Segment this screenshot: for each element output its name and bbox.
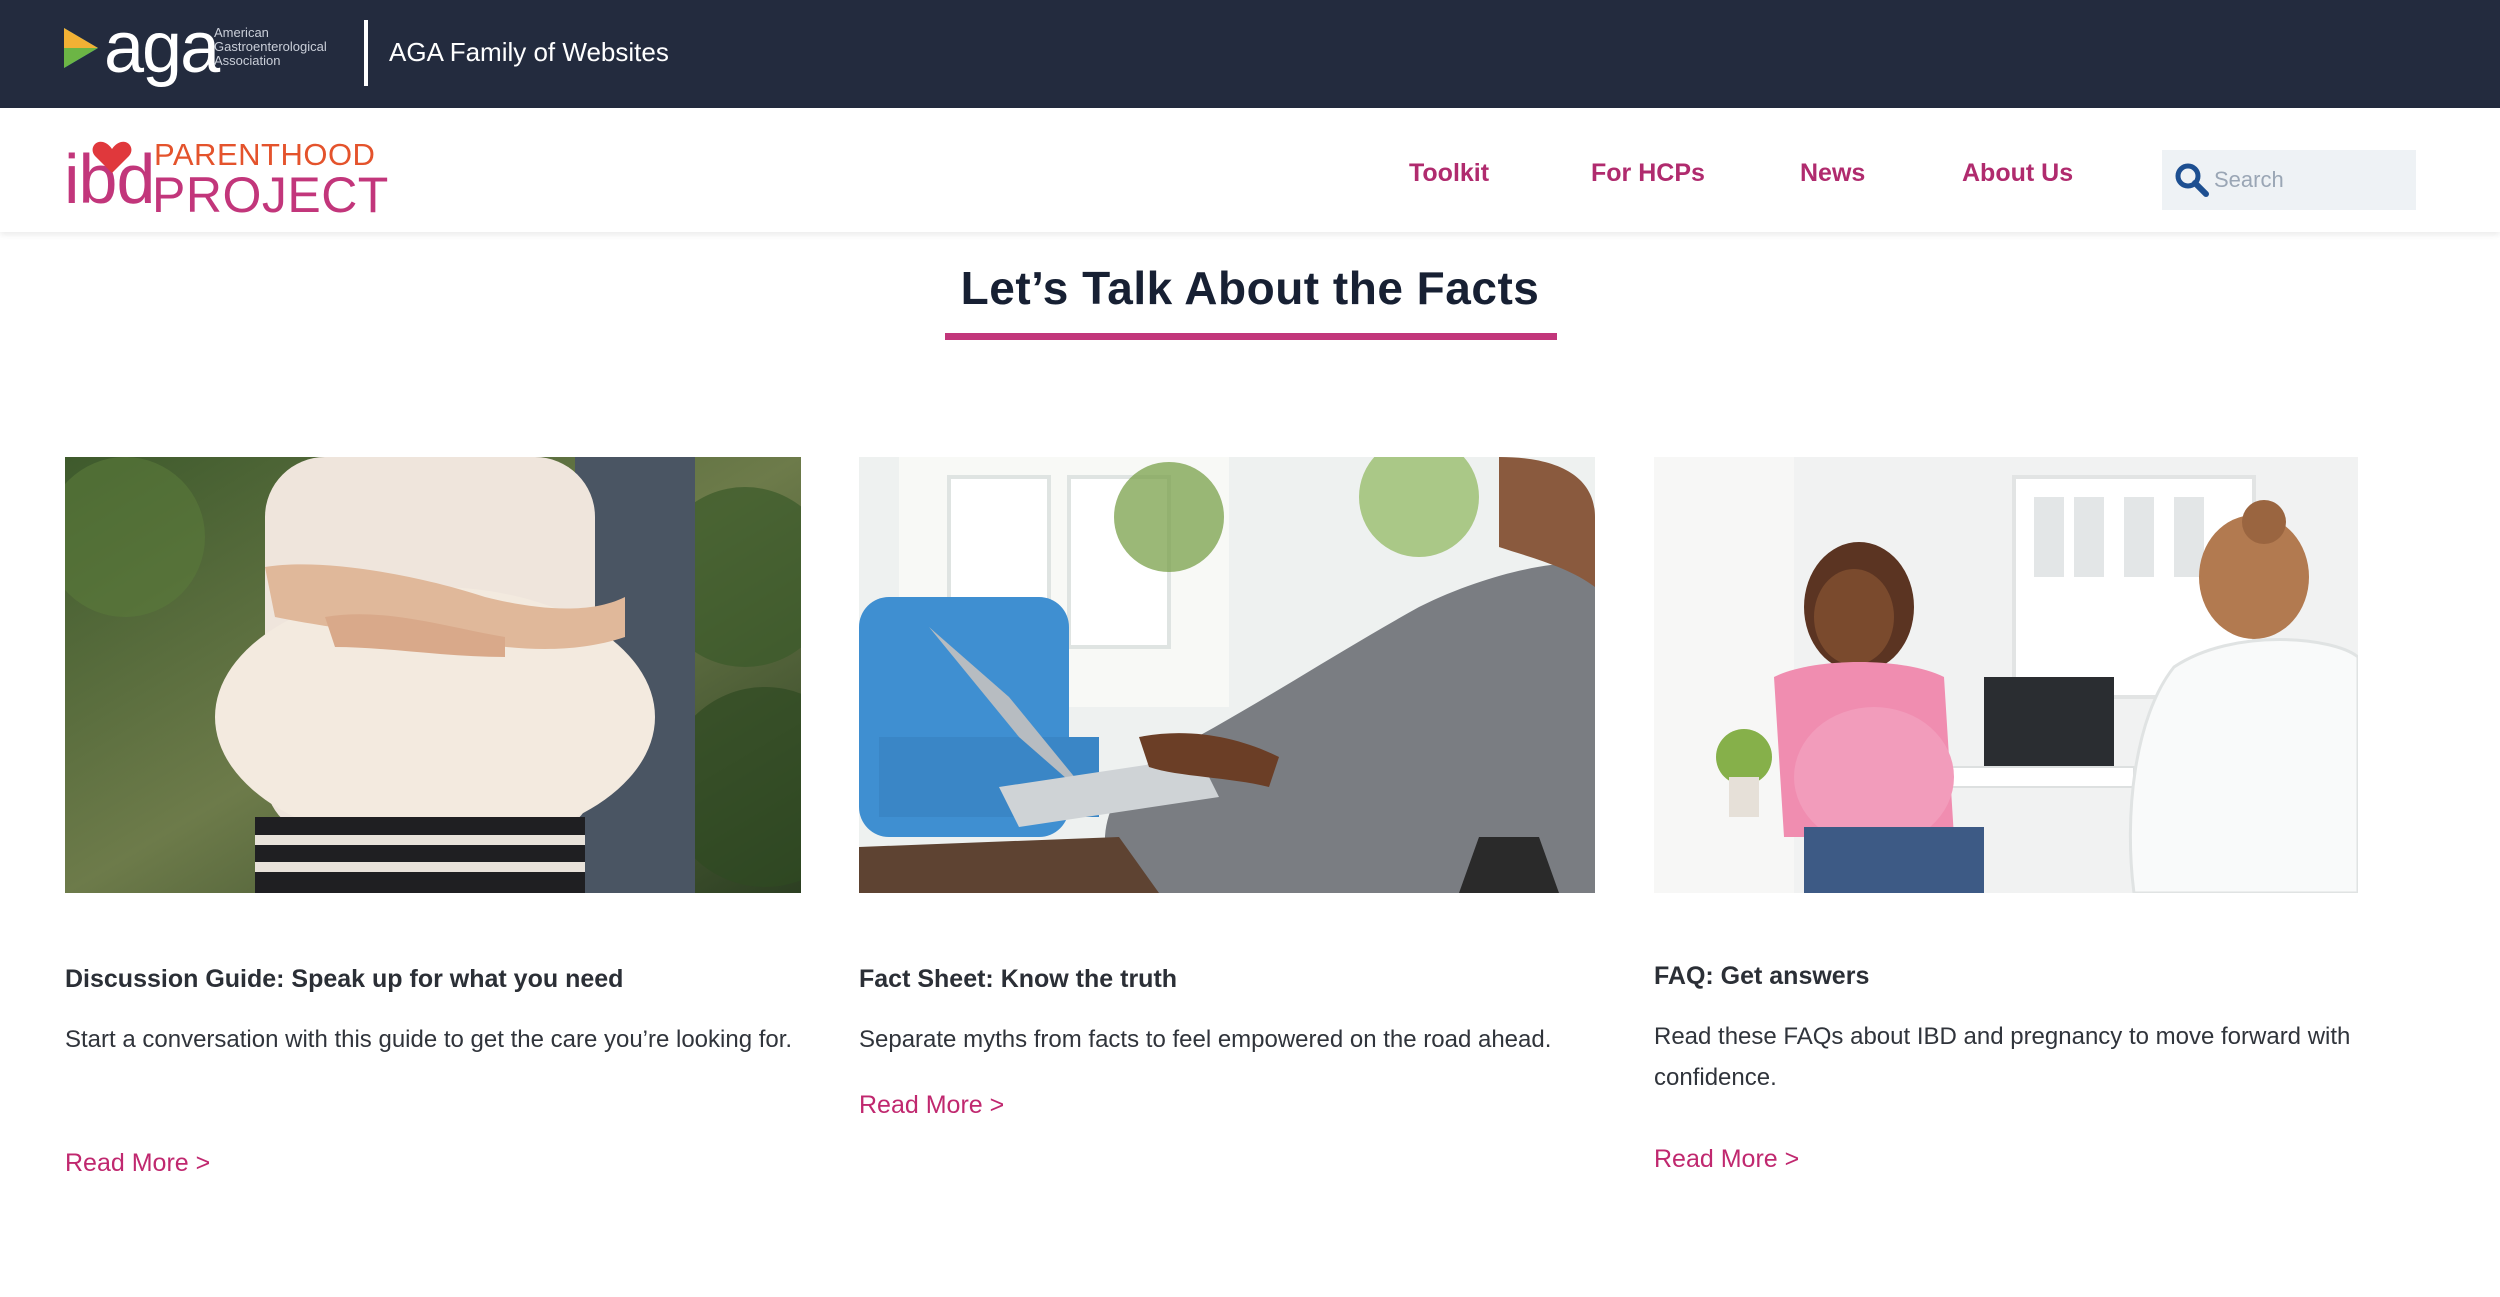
read-more-link[interactable]: Read More > — [859, 1089, 1004, 1121]
family-of-websites-link[interactable]: AGA Family of Websites — [389, 32, 669, 72]
aga-family-bar: aga American Gastroenterological Associa… — [0, 0, 2500, 108]
card-title[interactable]: Discussion Guide: Speak up for what you … — [65, 963, 805, 995]
card-image-doctor-visit[interactable] — [1654, 457, 2358, 893]
section-title: Let’s Talk About the Facts — [960, 262, 1540, 314]
aga-logo-subtitle: American Gastroenterological Association — [214, 25, 327, 68]
card-title[interactable]: Fact Sheet: Know the truth — [859, 963, 1599, 995]
search-input[interactable] — [2212, 160, 2412, 200]
search-box — [2162, 150, 2416, 210]
nav-item-toolkit[interactable]: Toolkit — [1409, 158, 1489, 188]
ibd-parenthood-project-logo[interactable]: ibd PARENTHOOD PROJECT — [64, 134, 388, 221]
aga-logo[interactable]: aga American Gastroenterological Associa… — [64, 12, 344, 86]
nav-item-news[interactable]: News — [1800, 158, 1865, 188]
nav-item-about-us[interactable]: About Us — [1962, 158, 2073, 188]
card-description: Start a conversation with this guide to … — [65, 1026, 793, 1053]
aga-play-icon — [64, 28, 98, 68]
card-image-laptop-pregnancy[interactable] — [859, 457, 1595, 893]
card-description: Separate myths from facts to feel empowe… — [859, 1026, 1552, 1053]
read-more-link[interactable]: Read More > — [1654, 1143, 1799, 1175]
logo-project-text: PROJECT — [152, 167, 389, 223]
heart-icon — [92, 141, 132, 173]
read-more-link[interactable]: Read More > — [65, 1147, 210, 1179]
card-description: Read these FAQs about IBD and pregnancy … — [1654, 1023, 2351, 1091]
nav-item-for-hcps[interactable]: For HCPs — [1591, 158, 1705, 188]
main-navigation: ibd PARENTHOOD PROJECT Toolkit For HCPs … — [0, 108, 2500, 232]
aga-logo-word: aga — [104, 8, 220, 88]
search-icon[interactable] — [2174, 162, 2210, 198]
topbar-divider — [364, 20, 368, 86]
card-image-couple-pregnancy[interactable] — [65, 457, 801, 893]
card-title[interactable]: FAQ: Get answers — [1654, 960, 2394, 992]
title-underline — [945, 333, 1557, 340]
